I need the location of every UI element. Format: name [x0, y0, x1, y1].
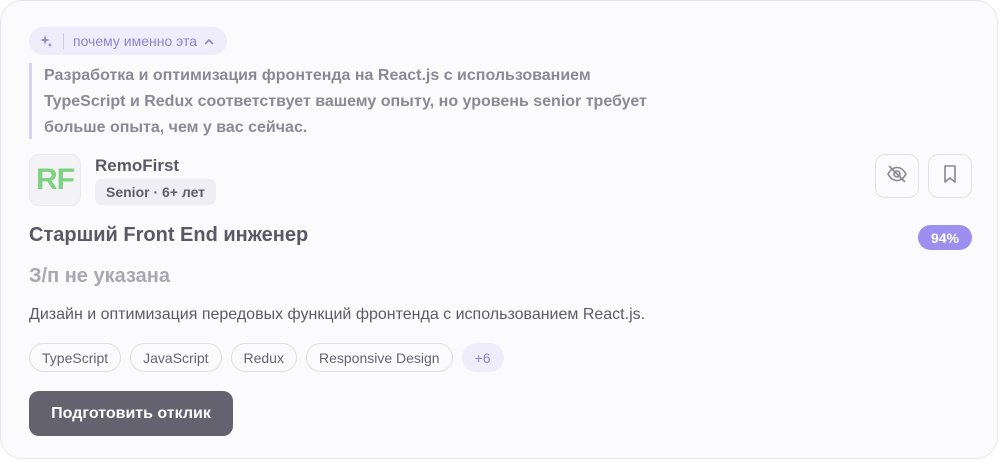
chevron-up-icon — [203, 35, 215, 47]
job-card: почему именно эта Разработка и оптимизац… — [0, 0, 998, 459]
skill-tag: JavaScript — [130, 343, 222, 372]
skill-tags: TypeScript JavaScript Redux Responsive D… — [29, 343, 504, 372]
sparkle-icon — [39, 34, 53, 48]
skill-tag: TypeScript — [29, 343, 122, 372]
company-logo: RF — [29, 154, 81, 206]
level-badge: Senior · 6+ лет — [95, 179, 217, 205]
salary-text: З/п не указана — [29, 265, 170, 287]
match-percent-badge: 94% — [918, 225, 972, 250]
skill-tag: Responsive Design — [305, 343, 453, 372]
hide-job-button[interactable] — [875, 154, 919, 198]
pill-divider — [63, 33, 64, 49]
eye-off-icon — [886, 163, 908, 190]
why-this-label: почему именно эта — [73, 33, 198, 49]
bookmark-icon — [939, 163, 961, 190]
company-logo-text: RF — [36, 163, 75, 196]
prepare-application-button[interactable]: Подготовить отклик — [29, 391, 233, 436]
more-tags-button[interactable]: +6 — [461, 343, 504, 372]
skill-tag: Redux — [230, 343, 297, 372]
job-description: Дизайн и оптимизация передовых функций ф… — [29, 306, 646, 323]
company-name[interactable]: RemoFirst — [95, 156, 179, 176]
job-title[interactable]: Старший Front End инженер — [29, 224, 308, 247]
why-this-toggle[interactable]: почему именно эта — [29, 27, 228, 55]
match-reason-text: Разработка и оптимизация фронтенда на Re… — [29, 63, 669, 139]
bookmark-button[interactable] — [928, 154, 972, 198]
